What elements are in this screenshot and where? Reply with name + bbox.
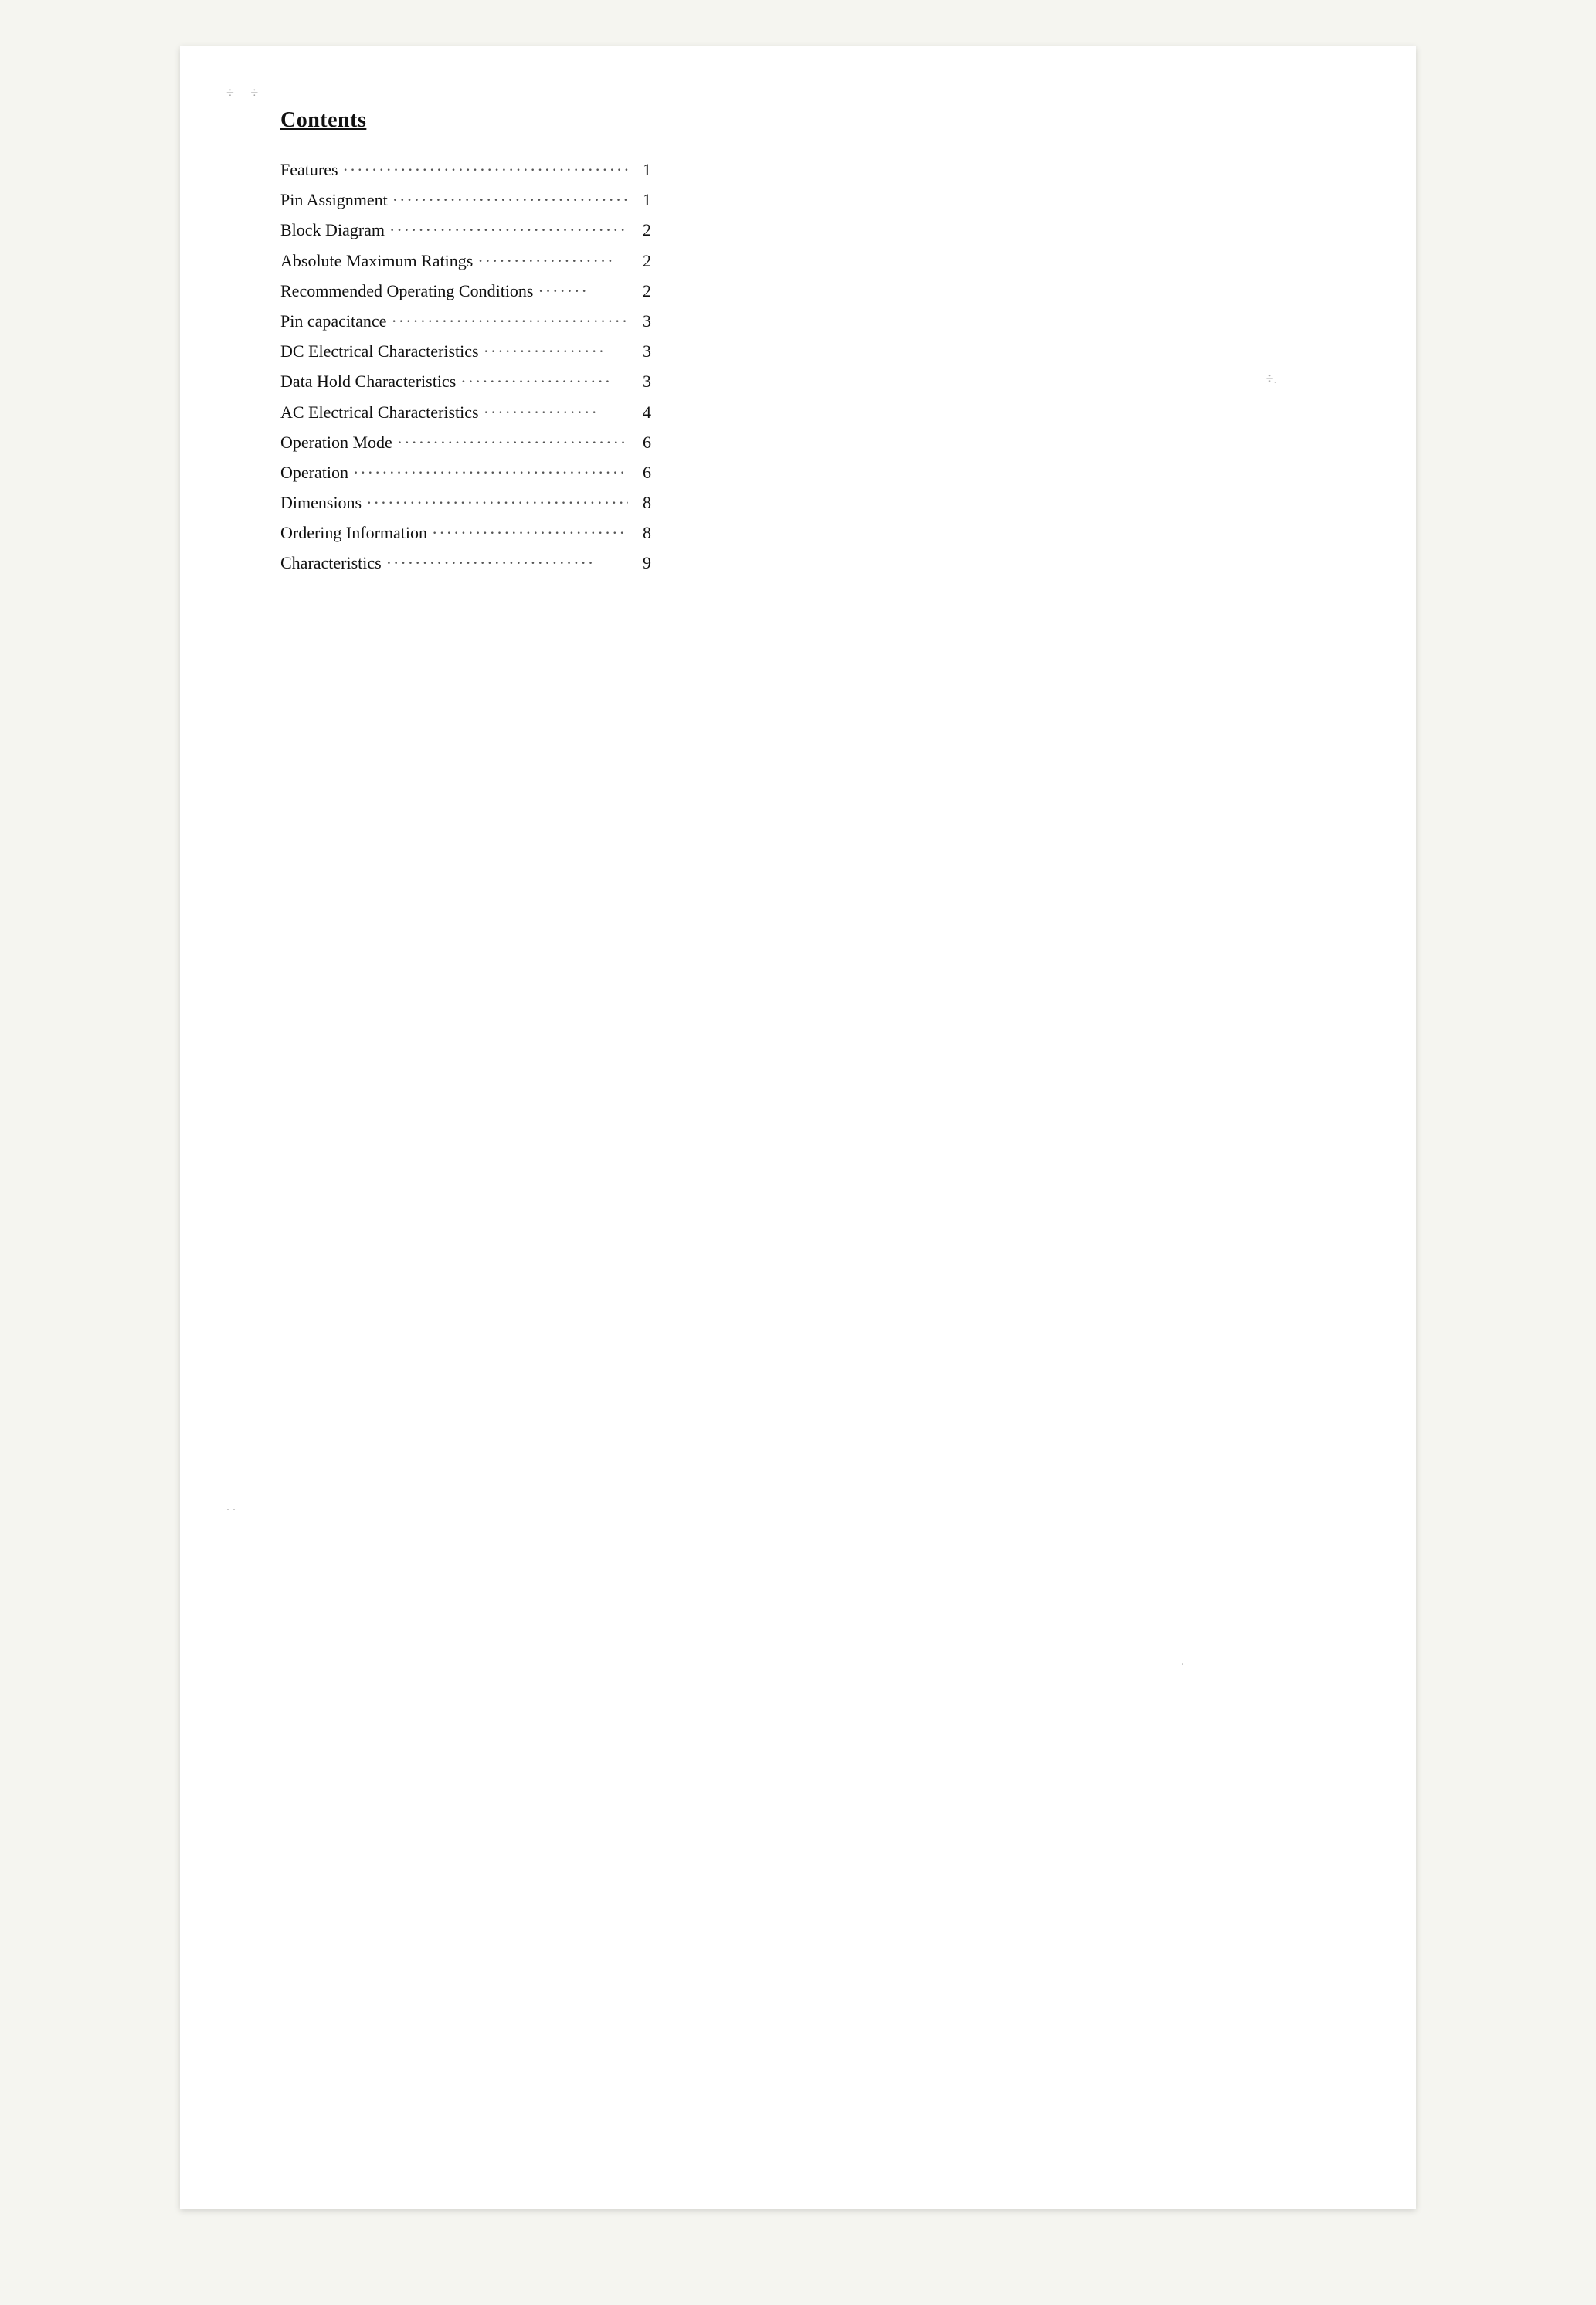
toc-row: Characteristics·························…	[280, 549, 651, 576]
toc-label: Pin capacitance	[280, 307, 386, 334]
toc-label: Block Diagram	[280, 216, 385, 243]
toc-dots: ·····························	[386, 549, 628, 576]
toc-dots: ········································…	[353, 459, 628, 486]
toc-label: Operation Mode	[280, 429, 392, 456]
toc-row: Dimensions······························…	[280, 489, 651, 516]
toc-dots: ·····················	[460, 368, 628, 395]
toc-dots: ·················	[484, 338, 628, 365]
toc-page-number: 9	[633, 549, 651, 576]
toc-page-number: 2	[633, 216, 651, 243]
toc-page-number: 3	[633, 338, 651, 365]
toc-label: Recommended Operating Conditions	[280, 277, 534, 304]
toc-label: Operation	[280, 459, 348, 486]
page-title: Contents	[280, 108, 1339, 133]
toc-page-number: 3	[633, 368, 651, 395]
toc-label: Characteristics	[280, 549, 382, 576]
toc-dots: ········································…	[389, 216, 628, 243]
toc-dots: ········································…	[391, 307, 628, 334]
toc-page-number: 1	[633, 186, 651, 213]
toc-label: Features	[280, 156, 338, 183]
toc-row: Operation·······························…	[280, 459, 651, 486]
toc-page-number: 4	[633, 399, 651, 426]
toc-row: DC Electrical Characteristics···········…	[280, 338, 651, 365]
toc-dots: ····························	[432, 519, 628, 546]
toc-row: Pin capacitance·························…	[280, 307, 651, 334]
toc-label: Pin Assignment	[280, 186, 388, 213]
toc-row: Pin Assignment··························…	[280, 186, 651, 213]
toc-dots: ········································…	[392, 186, 628, 213]
toc-dots: ········································…	[397, 429, 628, 456]
toc-row: Operation Mode··························…	[280, 429, 651, 456]
toc-label: Dimensions	[280, 489, 362, 516]
toc-row: Block Diagram···························…	[280, 216, 651, 243]
toc-page-number: 6	[633, 429, 651, 456]
toc-dots: ···················	[477, 247, 628, 274]
toc-page-number: 8	[633, 489, 651, 516]
decoration-bottomleft: . .	[226, 1500, 236, 1514]
toc-page-number: 2	[633, 247, 651, 274]
toc-page-number: 1	[633, 156, 651, 183]
toc-page-number: 8	[633, 519, 651, 546]
toc-row: Features································…	[280, 156, 651, 183]
toc-label: Ordering Information	[280, 519, 427, 546]
toc-row: Recommended Operating Conditions·······2	[280, 277, 651, 304]
toc-dots: ················	[484, 399, 628, 426]
toc-label: Absolute Maximum Ratings	[280, 247, 473, 274]
toc-row: Absolute Maximum Ratings················…	[280, 247, 651, 274]
toc-row: AC Electrical Characteristics···········…	[280, 399, 651, 426]
toc-row: Data Hold Characteristics···············…	[280, 368, 651, 395]
toc-page-number: 6	[633, 459, 651, 486]
toc-page-number: 2	[633, 277, 651, 304]
toc-label: Data Hold Characteristics	[280, 368, 456, 395]
decoration-right: ÷.	[1266, 371, 1277, 387]
toc-dots: ········································…	[343, 156, 628, 183]
toc-label: AC Electrical Characteristics	[280, 399, 479, 426]
toc-page-number: 3	[633, 307, 651, 334]
decoration-bottomright: .	[1181, 1655, 1184, 1668]
toc-dots: ·······	[538, 277, 629, 304]
toc-label: DC Electrical Characteristics	[280, 338, 479, 365]
document-page: ÷ ÷ ÷. Contents Features················…	[180, 46, 1416, 2209]
table-of-contents: Features································…	[280, 156, 651, 577]
decoration-topleft: ÷ ÷	[226, 85, 260, 101]
toc-dots: ········································…	[366, 489, 628, 516]
toc-row: Ordering Information····················…	[280, 519, 651, 546]
